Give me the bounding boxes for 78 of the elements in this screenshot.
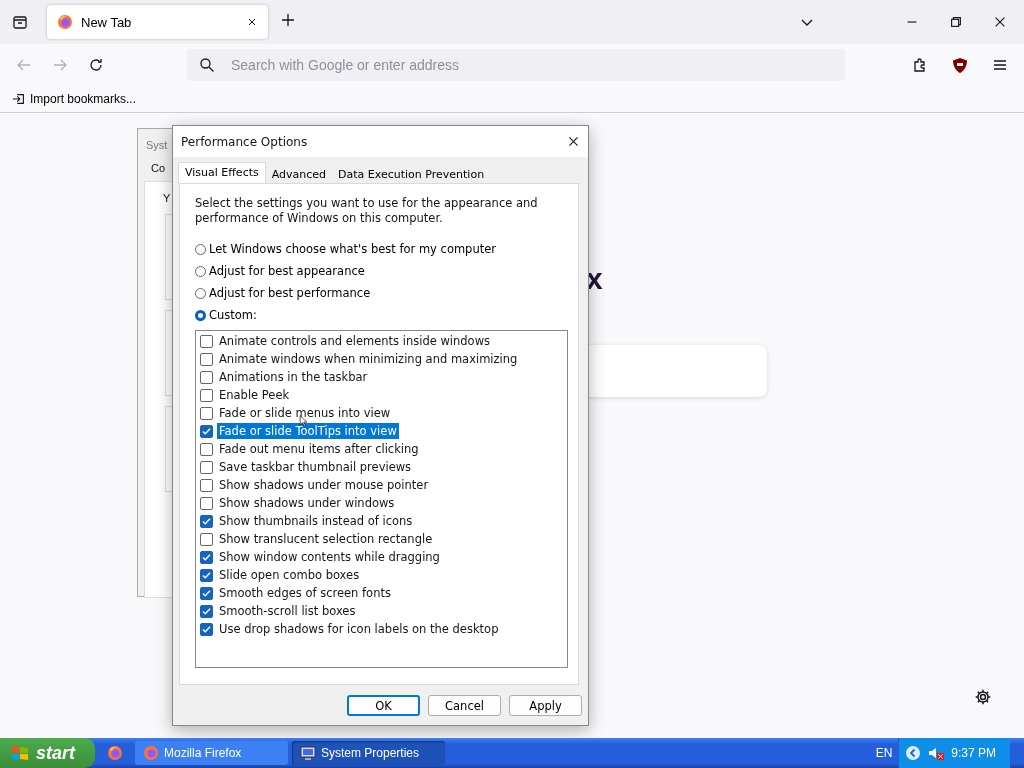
windows-logo-icon <box>10 744 30 762</box>
chevron-left-icon[interactable] <box>905 745 922 761</box>
checkbox[interactable] <box>200 370 213 384</box>
effect-label[interactable]: Save taskbar thumbnail previews <box>217 459 414 475</box>
reload-icon[interactable] <box>88 57 104 73</box>
checkbox[interactable] <box>200 406 213 420</box>
effect-label[interactable]: Show thumbnails instead of icons <box>217 513 415 529</box>
window-text: Y <box>163 192 171 204</box>
dialog-tab[interactable]: Data Execution Prevention <box>332 166 491 183</box>
close-icon[interactable] <box>993 15 1007 29</box>
checkbox[interactable] <box>200 460 213 474</box>
effect-label[interactable]: Smooth edges of screen fonts <box>217 585 393 601</box>
effect-label[interactable]: Fade or slide menus into view <box>217 405 393 421</box>
effect-label[interactable]: Slide open combo boxes <box>217 567 362 583</box>
checkbox[interactable] <box>200 442 213 456</box>
address-field[interactable]: Search with Google or enter address <box>187 49 845 81</box>
effect-label[interactable]: Smooth-scroll list boxes <box>217 603 358 619</box>
effect-label[interactable]: Show translucent selection rectangle <box>217 531 435 547</box>
checkbox[interactable] <box>200 334 213 348</box>
taskbar-button[interactable]: Mozilla Firefox <box>135 741 288 765</box>
muted-speaker-icon[interactable] <box>927 745 946 761</box>
bookmark-item[interactable]: Import bookmarks... <box>12 92 137 106</box>
checkbox[interactable] <box>200 388 213 402</box>
import-icon <box>12 92 26 106</box>
tab-list-icon[interactable] <box>12 14 28 30</box>
menu-icon[interactable] <box>992 57 1008 73</box>
radio-option[interactable]: Custom: <box>195 304 257 326</box>
effect-label[interactable]: Fade out menu items after clicking <box>217 441 421 457</box>
shield-icon[interactable] <box>952 56 968 74</box>
checkbox[interactable] <box>200 586 213 600</box>
dialog-button[interactable]: OK <box>347 695 420 716</box>
close-icon <box>567 135 580 148</box>
description-text: Select the settings you want to use for the appearance and performance of Windows on this computer. <box>195 196 539 226</box>
browser-tab[interactable]: New Tab <box>47 5 268 39</box>
computer-icon <box>300 745 316 761</box>
puzzle-icon[interactable] <box>912 57 928 73</box>
checkbox[interactable] <box>200 622 213 636</box>
checkbox[interactable] <box>200 478 213 492</box>
language-indicator[interactable]: EN <box>875 746 893 760</box>
taskbar-button[interactable]: System Properties <box>292 741 445 765</box>
firefox-icon <box>143 745 159 761</box>
effect-label[interactable]: Animations in the taskbar <box>217 369 370 385</box>
dialog-button[interactable]: Cancel <box>428 695 501 716</box>
restore-icon[interactable] <box>949 15 963 29</box>
search-icon <box>199 57 215 73</box>
close-icon[interactable] <box>246 16 258 28</box>
radio-option[interactable]: Let Windows choose what's best for my computer <box>195 238 497 260</box>
close-button[interactable] <box>567 135 580 148</box>
window-title: Syst <box>146 139 168 151</box>
checkbox[interactable] <box>200 604 213 618</box>
effect-label[interactable]: Use drop shadows for icon labels on the desktop <box>217 621 501 637</box>
dialog-tab[interactable]: Advanced <box>265 166 333 183</box>
firefox-icon[interactable] <box>57 14 73 30</box>
effect-label[interactable]: Animate controls and elements inside windows <box>217 333 493 349</box>
checkbox[interactable] <box>200 424 213 438</box>
mouse-pointer-icon <box>299 415 308 427</box>
effect-label[interactable]: Animate windows when minimizing and maximizing <box>217 351 520 367</box>
checkbox[interactable] <box>200 514 213 528</box>
effect-label[interactable]: Show shadows under mouse pointer <box>217 477 431 493</box>
clock: 9:37 PM <box>951 746 996 760</box>
firefox-icon[interactable] <box>107 745 123 761</box>
new-tab-icon[interactable] <box>280 12 296 28</box>
checkbox[interactable] <box>200 550 213 564</box>
checkbox[interactable] <box>200 532 213 546</box>
effect-label[interactable]: Enable Peek <box>217 387 292 403</box>
checkbox[interactable] <box>200 568 213 582</box>
dialog-tab[interactable]: Visual Effects <box>178 162 266 183</box>
effect-label[interactable]: Fade or slide ToolTips into view <box>217 423 399 439</box>
effect-label[interactable]: Show shadows under windows <box>217 495 397 511</box>
radio-option[interactable]: Adjust for best appearance <box>195 260 365 282</box>
window-tab[interactable]: Co <box>151 162 166 174</box>
radio-option[interactable]: Adjust for best performance <box>195 282 371 304</box>
checkbox[interactable] <box>200 496 213 510</box>
checkbox[interactable] <box>200 352 213 366</box>
dialog-button[interactable]: Apply <box>509 695 582 716</box>
dialog-title: Performance Options <box>181 134 309 149</box>
settings-icon[interactable] <box>974 688 992 706</box>
effect-label[interactable]: Show window contents while dragging <box>217 549 442 565</box>
